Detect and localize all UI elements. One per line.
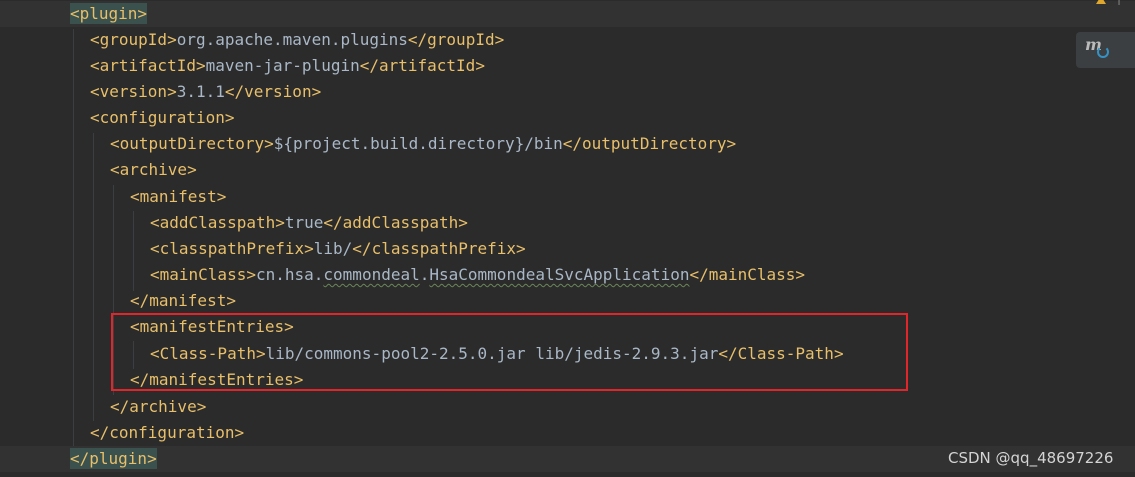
code-line[interactable]: <archive>	[0, 157, 1135, 183]
xml-tag: <mainClass>	[150, 265, 256, 284]
code-line[interactable]: </configuration>	[0, 420, 1135, 446]
code-line[interactable]: <mainClass>cn.hsa.commondeal.HsaCommonde…	[0, 262, 1135, 288]
code-editor[interactable]: <plugin> <groupId>org.apache.maven.plugi…	[0, 0, 1135, 477]
code-line[interactable]: <classpathPrefix>lib/</classpathPrefix>	[0, 236, 1135, 262]
xml-tag: <artifactId>	[90, 56, 206, 75]
warning-count-icon: ↑	[1114, 0, 1125, 8]
typo-word: commondeal	[323, 265, 420, 284]
xml-text: org.apache.maven.plugins	[176, 30, 408, 49]
xml-tag: <classpathPrefix>	[150, 239, 314, 258]
xml-tag: </archive>	[110, 397, 207, 416]
watermark: CSDN @qq_48697226	[948, 449, 1114, 467]
xml-tag: </artifactId>	[359, 56, 485, 75]
xml-tag: </outputDirectory>	[562, 134, 737, 153]
xml-tag: <version>	[90, 82, 177, 101]
xml-text: ${project.build.directory}/bin	[273, 134, 563, 153]
xml-tag: </configuration>	[90, 423, 245, 442]
xml-tag: </groupId>	[407, 30, 505, 49]
xml-tag: <configuration>	[90, 108, 235, 127]
code-line[interactable]: <version>3.1.1</version>	[0, 79, 1135, 105]
xml-tag: <manifest>	[130, 187, 227, 206]
xml-tag: </addClasspath>	[323, 213, 468, 232]
xml-tag: <outputDirectory>	[110, 134, 274, 153]
xml-tag: <archive>	[110, 160, 197, 179]
xml-text: .	[419, 265, 430, 284]
code-line[interactable]: <groupId>org.apache.maven.plugins</group…	[0, 27, 1135, 53]
code-line[interactable]: </manifest>	[0, 288, 1135, 314]
xml-text: cn.hsa.	[255, 265, 324, 284]
refresh-icon	[1097, 46, 1109, 58]
code-line[interactable]: <configuration>	[0, 105, 1135, 131]
xml-tag: </manifest>	[130, 291, 236, 310]
code-line[interactable]: <outputDirectory>${project.build.directo…	[0, 131, 1135, 157]
warning-icon[interactable]	[1096, 0, 1106, 4]
xml-text: true	[284, 213, 324, 232]
maven-reload-button[interactable]: m	[1076, 32, 1135, 68]
xml-tag: <groupId>	[90, 30, 177, 49]
xml-tag: <addClasspath>	[150, 213, 285, 232]
xml-tag: </mainClass>	[689, 265, 806, 284]
code-line[interactable]: </archive>	[0, 394, 1135, 420]
xml-text: lib/	[313, 239, 353, 258]
code-line[interactable]: <artifactId>maven-jar-plugin</artifactId…	[0, 53, 1135, 79]
annotation-highlight-box	[111, 313, 908, 391]
code-line[interactable]: <plugin>	[0, 1, 1135, 27]
xml-tag: <plugin>	[70, 3, 148, 24]
xml-tag: </plugin>	[70, 448, 157, 469]
xml-text: 3.1.1	[176, 82, 225, 101]
xml-tag: </classpathPrefix>	[352, 239, 526, 258]
xml-tag: </version>	[224, 82, 322, 101]
code-line[interactable]: <manifest>	[0, 184, 1135, 210]
typo-word: HsaCommondealSvcApplication	[429, 265, 690, 284]
xml-text: maven-jar-plugin	[205, 56, 360, 75]
code-line[interactable]: <addClasspath>true</addClasspath>	[0, 210, 1135, 236]
